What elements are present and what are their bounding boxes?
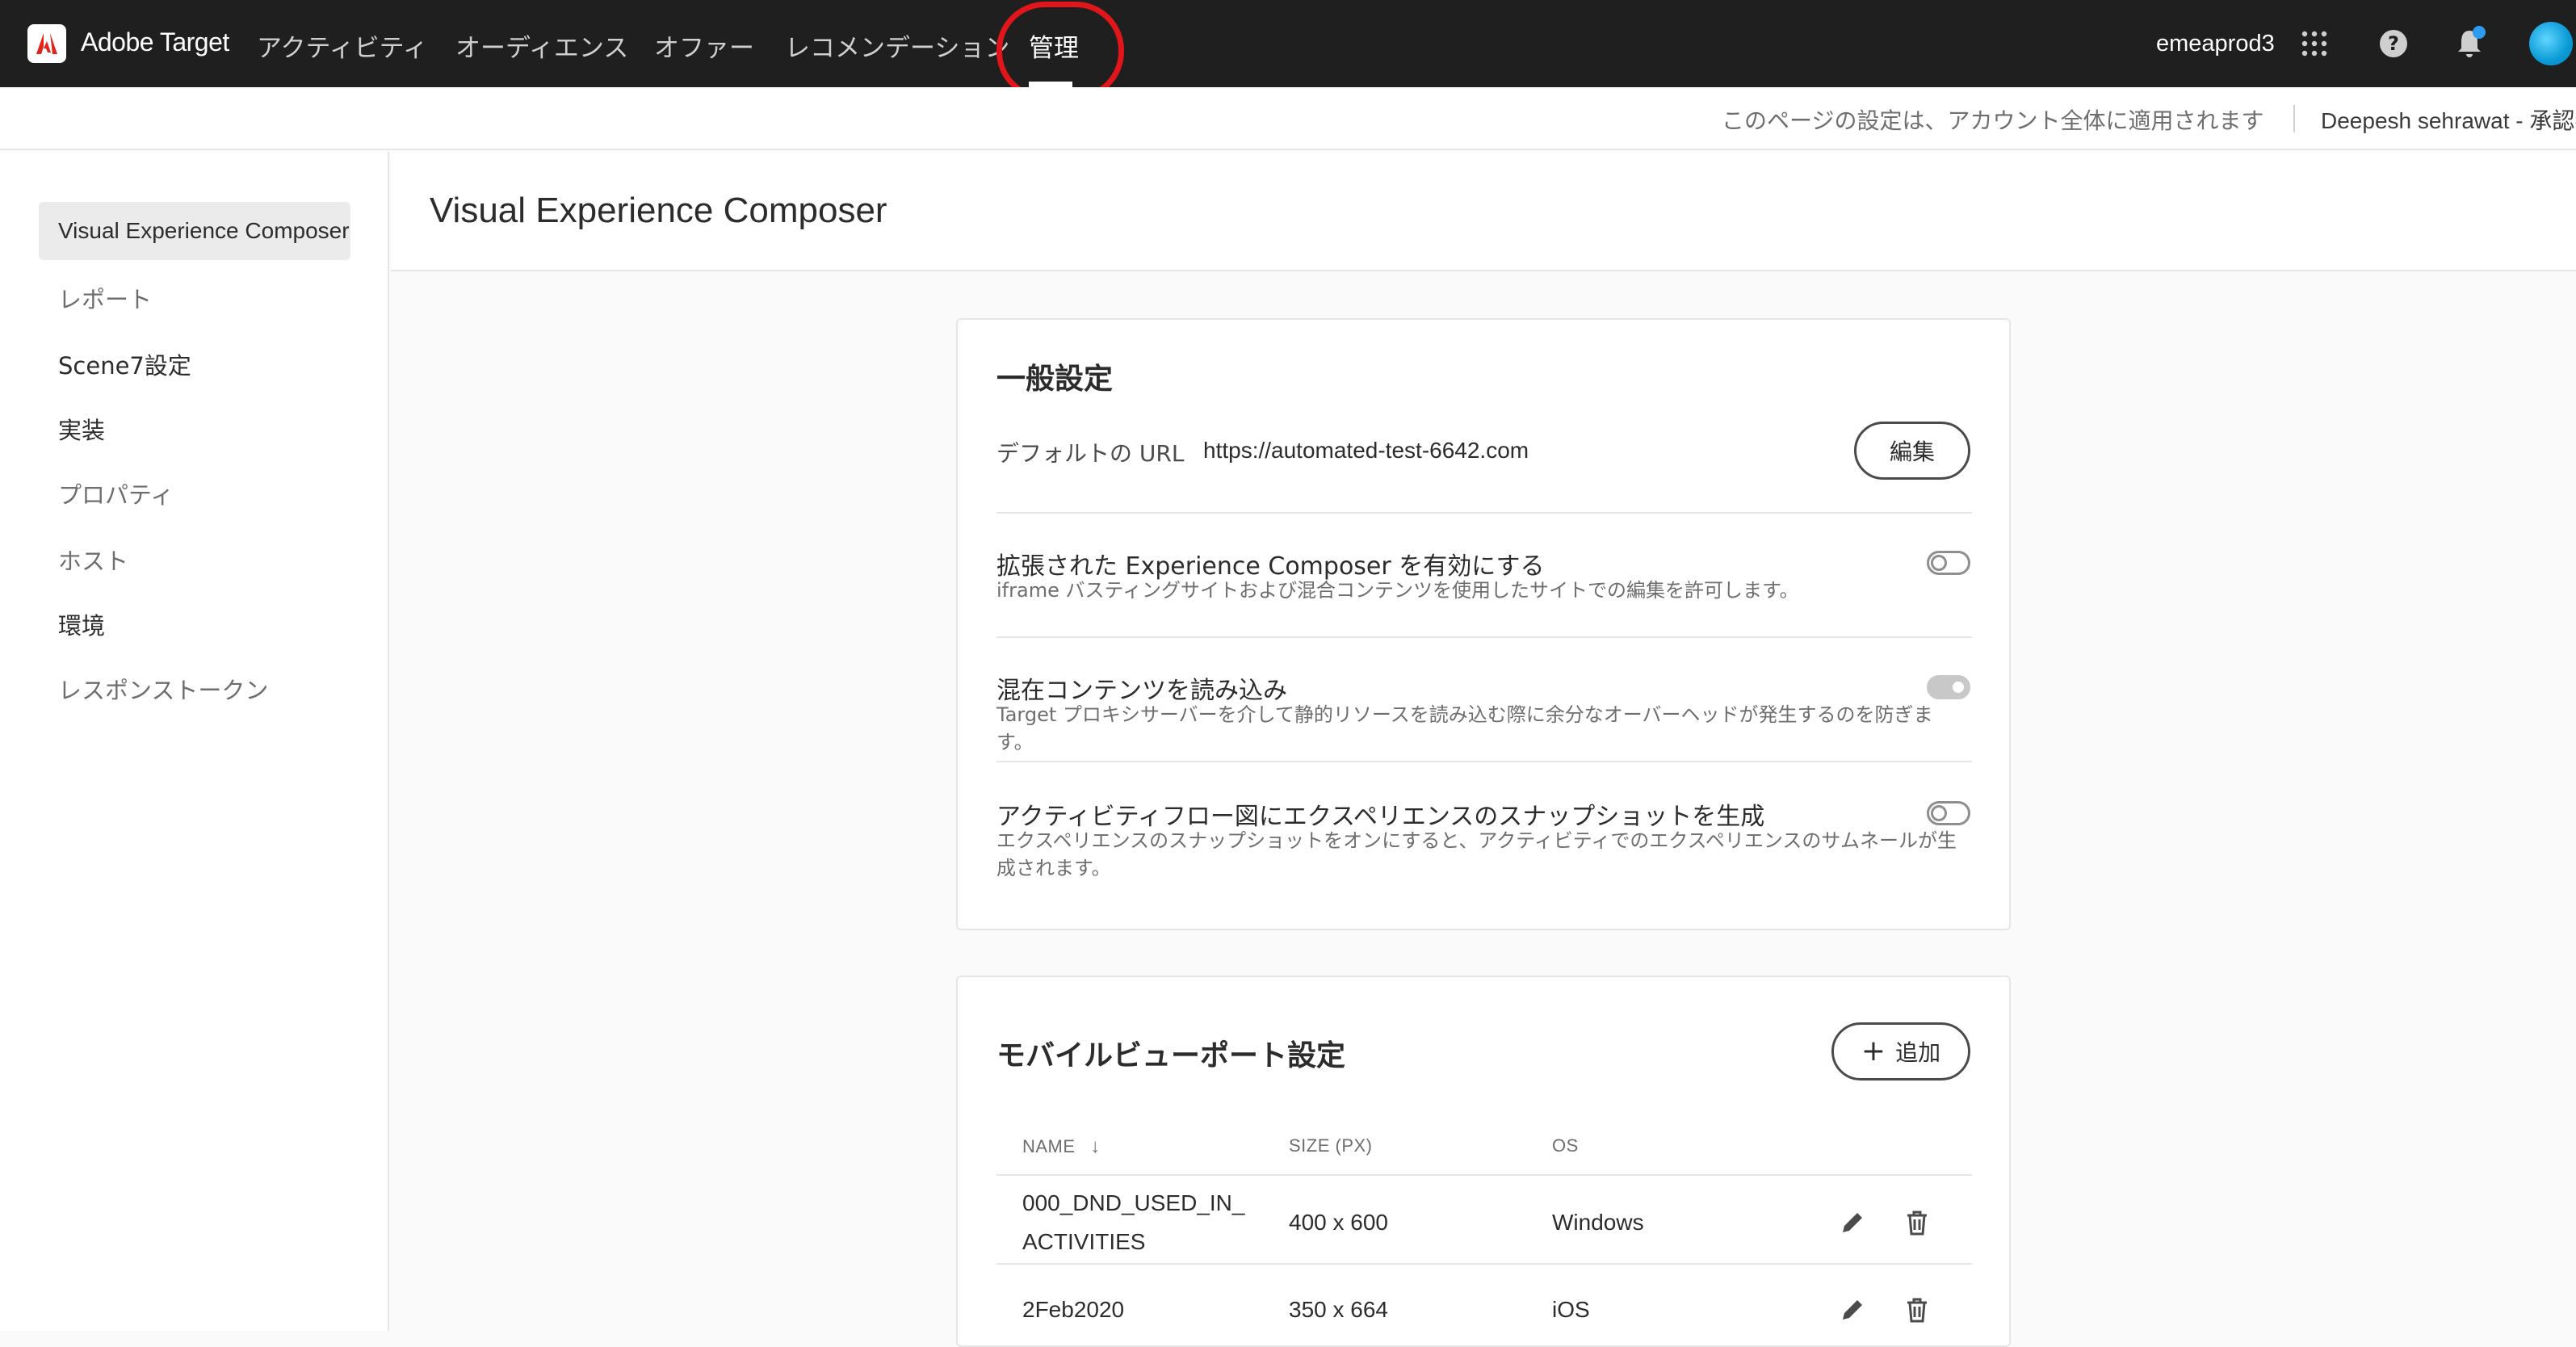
app-name[interactable]: Adobe Target [81, 27, 229, 57]
column-header-name-label: NAME [1022, 1136, 1076, 1156]
default-url-label: デフォルトの URL [996, 440, 1185, 467]
edit-pencil-icon[interactable] [1836, 1206, 1869, 1239]
notifications-bell-icon[interactable] [2450, 24, 2489, 63]
sidebar-item-vec[interactable]: Visual Experience Composer [58, 218, 350, 244]
top-bar: Adobe Target アクティビティ オーディエンス オファー レコメンデー… [0, 0, 2576, 100]
enhanced-composer-toggle[interactable] [1927, 551, 1970, 575]
divider [996, 636, 1972, 638]
adobe-logo-icon[interactable] [27, 24, 66, 63]
page-header: Visual Experience Composer [391, 152, 2576, 271]
svg-text:?: ? [2388, 32, 2399, 55]
mobile-viewport-title: モバイルビューポート設定 [996, 1039, 1346, 1072]
nav-recommendations[interactable]: レコメンデーション [785, 27, 1009, 64]
snapshot-toggle[interactable] [1927, 801, 1970, 825]
sort-down-arrow-icon: ↓ [1090, 1135, 1101, 1157]
sidebar-item-hosts[interactable]: ホスト [58, 543, 128, 577]
account-scope-note: このページの設定は、アカウント全体に適用されます [1722, 107, 2264, 134]
highlight-annotation [996, 2, 1124, 100]
column-header-size: SIZE (PX) [1289, 1135, 1373, 1156]
nav-activities[interactable]: アクティビティ [257, 27, 428, 64]
edit-pencil-icon[interactable] [1836, 1294, 1869, 1326]
plus-icon: + [1861, 1034, 1886, 1068]
nav-audiences[interactable]: オーディエンス [455, 27, 628, 64]
setting-enhanced-composer-desc: iframe バスティングサイトおよび混合コンテンツを使用したサイトでの編集を許… [996, 579, 1799, 602]
viewport-size: 350 x 664 [1289, 1297, 1388, 1322]
setting-snapshot-desc: エクスペリエンスのスナップショットをオンにすると、アクティビティでのエクスペリエ… [996, 829, 1957, 879]
org-switcher[interactable]: emeaprod3 [2156, 31, 2275, 57]
apps-grid-icon[interactable] [2295, 24, 2334, 63]
general-settings-title: 一般設定 [996, 363, 1114, 396]
settings-sidebar: Visual Experience Composer レポート Scene7設定… [0, 152, 389, 1331]
user-name-role: Deepesh sehrawat - 承認者 [2321, 108, 2576, 133]
delete-trash-icon[interactable] [1901, 1206, 1933, 1239]
sidebar-item-properties[interactable]: プロパティ [58, 476, 174, 510]
sidebar-item-scene7[interactable]: Scene7設定 [58, 347, 191, 381]
viewport-name: 2Feb2020 [1022, 1297, 1125, 1322]
viewport-os: iOS [1552, 1297, 1590, 1322]
sidebar-item-implementation[interactable]: 実装 [58, 412, 105, 446]
delete-trash-icon[interactable] [1901, 1294, 1933, 1326]
setting-mixed-content-desc: Target プロキシサーバーを介して静的リソースを読み込む際に余分なオーバーヘ… [996, 703, 1933, 753]
page-title: Visual Experience Composer [430, 191, 887, 230]
default-url-value: https://automated-test-6642.com [1203, 438, 1529, 463]
add-viewport-button[interactable]: + 追加 [1831, 1022, 1970, 1081]
divider [996, 761, 1972, 762]
account-info-bar: このページの設定は、アカウント全体に適用されます Deepesh sehrawa… [0, 87, 2576, 150]
viewport-size: 400 x 600 [1289, 1210, 1388, 1235]
nav-offers[interactable]: オファー [654, 27, 754, 64]
viewport-os: Windows [1552, 1210, 1644, 1235]
edit-url-button[interactable]: 編集 [1854, 422, 1970, 480]
divider [996, 1263, 1972, 1265]
general-settings-card: 一般設定 デフォルトの URL https://automated-test-6… [956, 318, 2011, 930]
divider [2293, 105, 2295, 132]
column-header-os: OS [1552, 1135, 1579, 1156]
user-avatar[interactable] [2529, 22, 2573, 65]
viewport-name: 000_DND_USED_IN_ACTIVITIES [1022, 1190, 1245, 1254]
add-viewport-label: 追加 [1895, 1039, 1941, 1066]
help-icon[interactable]: ? [2374, 24, 2413, 63]
sidebar-item-reports[interactable]: レポート [58, 281, 152, 315]
divider [996, 512, 1972, 514]
column-header-name[interactable]: NAME ↓ [1022, 1135, 1101, 1158]
mixed-content-toggle[interactable] [1927, 675, 1970, 699]
sidebar-item-response-tokens[interactable]: レスポンストークン [58, 672, 268, 706]
mobile-viewport-card: モバイルビューポート設定 + 追加 NAME ↓ SIZE (PX) OS 00… [956, 976, 2011, 1347]
divider [996, 1174, 1972, 1176]
sidebar-item-environments[interactable]: 環境 [58, 607, 105, 641]
